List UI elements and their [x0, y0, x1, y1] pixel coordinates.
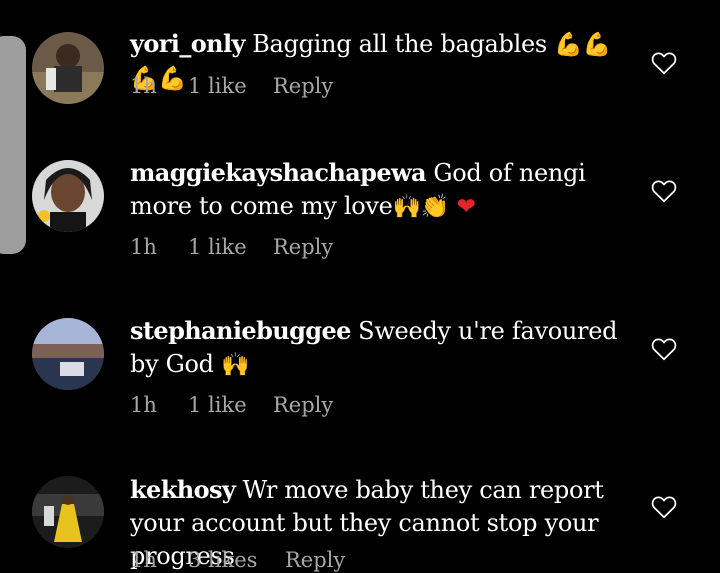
scroll-handle[interactable] — [0, 36, 26, 254]
heart-icon[interactable] — [651, 495, 677, 519]
reply-button[interactable]: Reply — [273, 74, 333, 98]
comment-text: maggiekayshachapewa God of nengi more to… — [130, 156, 625, 224]
red-heart-emoji: ❤ — [456, 194, 476, 220]
comment-text: stephaniebuggee Sweedy u're favoured by … — [130, 314, 625, 382]
comment-body: Bagging all the bagables — [252, 30, 547, 58]
heart-icon[interactable] — [651, 179, 677, 203]
comment-likes[interactable]: 1 like — [188, 74, 247, 98]
comment-likes[interactable]: 1 like — [188, 235, 247, 259]
avatar[interactable] — [32, 318, 104, 390]
comment-time: 1h — [130, 548, 157, 572]
reply-button[interactable]: Reply — [273, 235, 333, 259]
avatar[interactable] — [32, 32, 104, 104]
comment-likes[interactable]: 3 likes — [188, 548, 257, 572]
avatar[interactable] — [32, 160, 104, 232]
reply-button[interactable]: Reply — [273, 393, 333, 417]
heart-icon[interactable] — [651, 337, 677, 361]
heart-icon[interactable] — [651, 51, 677, 75]
reply-button[interactable]: Reply — [285, 548, 345, 572]
comment-username[interactable]: yori_only — [130, 29, 245, 58]
comment-time: 1h — [130, 235, 157, 259]
comment-username[interactable]: maggiekayshachapewa — [130, 158, 427, 187]
comment-username[interactable]: kekhosy — [130, 475, 236, 504]
comment-time: 1h — [130, 74, 157, 98]
avatar[interactable] — [32, 476, 104, 548]
comment-username[interactable]: stephaniebuggee — [130, 316, 351, 345]
raising-hands-emoji: 🙌👏 — [392, 194, 450, 220]
raising-hands-emoji: 🙌 — [221, 352, 250, 378]
comment-time: 1h — [130, 393, 157, 417]
comment-likes[interactable]: 1 like — [188, 393, 247, 417]
